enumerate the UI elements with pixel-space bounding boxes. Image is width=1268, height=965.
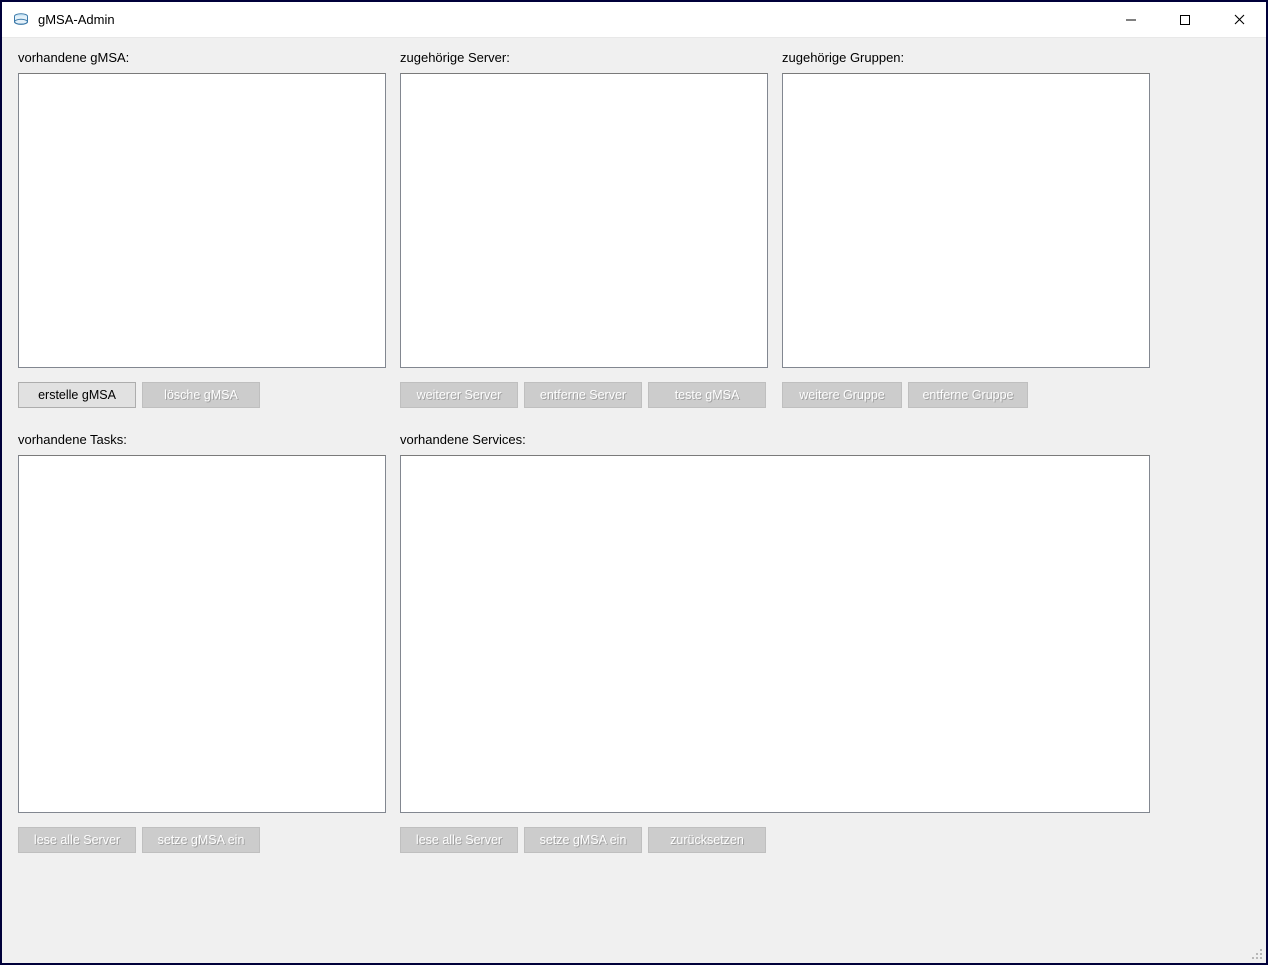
bottom-row: vorhandene Tasks: lese alle Server setze…	[18, 432, 1250, 853]
reset-button[interactable]: zurücksetzen	[648, 827, 766, 853]
set-gmsa-tasks-button[interactable]: setze gMSA ein	[142, 827, 260, 853]
read-servers-services-button[interactable]: lese alle Server	[400, 827, 518, 853]
window-title: gMSA-Admin	[38, 12, 115, 27]
titlebar: gMSA-Admin	[2, 2, 1266, 38]
label-servers: zugehörige Server:	[400, 50, 768, 65]
close-button[interactable]	[1212, 4, 1266, 36]
add-server-button[interactable]: weiterer Server	[400, 382, 518, 408]
add-group-button[interactable]: weitere Gruppe	[782, 382, 902, 408]
btnrow-services: lese alle Server setze gMSA ein zurückse…	[400, 827, 1150, 853]
listbox-servers[interactable]	[400, 73, 768, 368]
remove-server-button[interactable]: entferne Server	[524, 382, 642, 408]
listbox-services[interactable]	[400, 455, 1150, 813]
panel-groups: zugehörige Gruppen: weitere Gruppe entfe…	[782, 50, 1150, 408]
client-area: vorhandene gMSA: erstelle gMSA lösche gM…	[2, 38, 1266, 963]
resize-grip-icon[interactable]	[1250, 947, 1264, 961]
top-row: vorhandene gMSA: erstelle gMSA lösche gM…	[18, 50, 1250, 408]
listbox-gmsa[interactable]	[18, 73, 386, 368]
create-gmsa-button[interactable]: erstelle gMSA	[18, 382, 136, 408]
listbox-tasks[interactable]	[18, 455, 386, 813]
label-services: vorhandene Services:	[400, 432, 1150, 447]
label-gmsa: vorhandene gMSA:	[18, 50, 386, 65]
btnrow-tasks: lese alle Server setze gMSA ein	[18, 827, 386, 853]
remove-group-button[interactable]: entferne Gruppe	[908, 382, 1028, 408]
panel-servers: zugehörige Server: weiterer Server entfe…	[400, 50, 768, 408]
delete-gmsa-button[interactable]: lösche gMSA	[142, 382, 260, 408]
panel-services: vorhandene Services: lese alle Server se…	[400, 432, 1150, 853]
window: gMSA-Admin vorhandene gMSA: erstelle gM	[2, 2, 1266, 963]
btnrow-servers: weiterer Server entferne Server teste gM…	[400, 382, 768, 408]
btnrow-gmsa: erstelle gMSA lösche gMSA	[18, 382, 386, 408]
read-servers-tasks-button[interactable]: lese alle Server	[18, 827, 136, 853]
minimize-button[interactable]	[1104, 4, 1158, 36]
label-groups: zugehörige Gruppen:	[782, 50, 1150, 65]
panel-gmsa: vorhandene gMSA: erstelle gMSA lösche gM…	[18, 50, 386, 408]
btnrow-groups: weitere Gruppe entferne Gruppe	[782, 382, 1150, 408]
app-icon	[12, 11, 30, 29]
test-gmsa-button[interactable]: teste gMSA	[648, 382, 766, 408]
label-tasks: vorhandene Tasks:	[18, 432, 386, 447]
listbox-groups[interactable]	[782, 73, 1150, 368]
panel-tasks: vorhandene Tasks: lese alle Server setze…	[18, 432, 386, 853]
set-gmsa-services-button[interactable]: setze gMSA ein	[524, 827, 642, 853]
maximize-button[interactable]	[1158, 4, 1212, 36]
